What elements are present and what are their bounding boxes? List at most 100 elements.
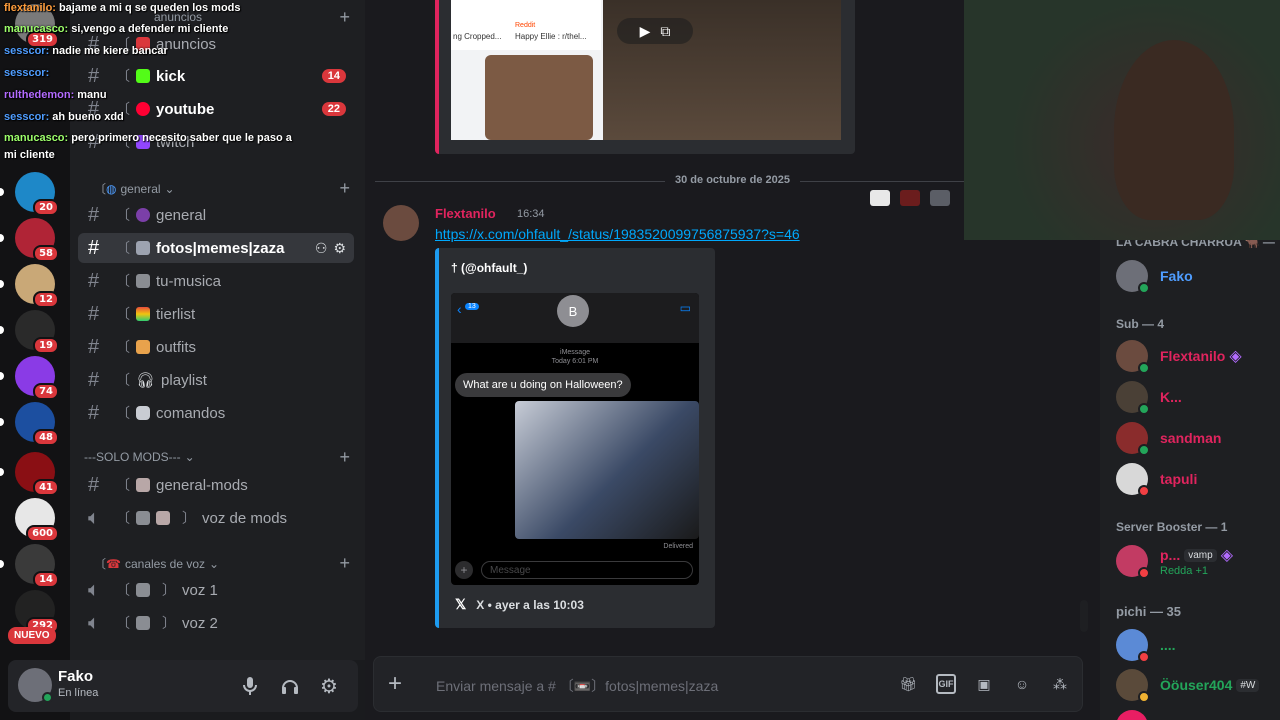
server-icon[interactable]: 14 [15,544,59,588]
play-icon[interactable]: ▶ [640,23,651,40]
gif-icon[interactable]: GIF [936,674,956,694]
person-icon [136,478,150,492]
gear-icon[interactable]: ⚙ [317,674,341,698]
bracket: 〔 [116,510,130,526]
server-icon[interactable]: 19 [15,310,59,354]
gift-icon[interactable]: 🎁︎ [898,674,918,694]
tweet-author[interactable]: † (@ohfault_) [451,261,527,275]
member-item[interactable]: K... [1116,381,1182,415]
hash-icon: # [88,368,100,391]
chat-text: si,vengo a defender mi cliente [71,23,229,35]
member-item[interactable]: .... [1116,629,1176,663]
speaker-icon: 🔈︎ [88,506,100,529]
member-item[interactable]: Fako [1116,260,1193,294]
gear-icon[interactable]: ⚙ [333,240,346,257]
avatar[interactable] [1116,710,1148,720]
add-member-icon[interactable]: ⚇ [315,240,328,257]
member-item[interactable]: sandman [1116,422,1221,456]
chat-text: bajame a mi q se queden los mods [58,2,241,14]
server-icon[interactable]: 48 [15,402,59,446]
microphone-icon[interactable] [238,674,262,698]
member-name: Fako [1160,268,1193,284]
channel-general-mods[interactable]: # 〔 general-mods [78,470,354,500]
bracket: 〔 [116,306,130,322]
clan-tag: #W [1236,678,1260,692]
server-icon[interactable]: 74 [15,356,59,400]
channel-voz-2[interactable]: 🔈︎ 〔 〕 voz 2 [78,608,354,638]
member-item[interactable]: Flextanilo ◈ [1116,340,1242,374]
channel-general[interactable]: # 〔 general [78,200,354,230]
channel-playlist[interactable]: # 〔 🎧︎ playlist [78,365,354,395]
server-icon[interactable]: 600 [15,498,59,542]
category-solo-mods[interactable]: ---SOLO MODS--- ⌄ + [84,447,350,467]
tierlist-icon [136,307,150,321]
reaction-icon[interactable] [900,190,920,206]
avatar [1116,381,1150,415]
headphones-icon[interactable] [278,674,302,698]
avatar[interactable] [383,205,419,241]
add-channel-icon[interactable]: + [339,178,350,199]
online-status-icon [1138,403,1150,415]
goat-icon[interactable] [870,190,890,206]
add-channel-icon[interactable]: + [339,447,350,468]
attach-icon[interactable]: + [388,670,402,698]
apps-icon[interactable]: ⁂ [1050,674,1070,694]
unread-pill [0,372,4,380]
add-channel-icon[interactable]: + [339,7,350,28]
message-timestamp: 16:34 [517,208,545,220]
hash-icon: # [88,473,100,496]
channel-voz-1[interactable]: 🔈︎ 〔 〕 voz 1 [78,575,354,605]
category-general[interactable]: 〔 ◍ general ⌄ + [84,178,350,199]
add-channel-icon[interactable]: + [339,553,350,574]
server-icon[interactable]: 41 [15,452,59,496]
clan-tag: vamp [1184,548,1217,562]
previous-embed: ng Cropped... Reddit Happy Ellie : r/the… [435,0,855,154]
emoji-icon[interactable]: ☺ [1012,674,1032,694]
media-controls[interactable]: ▶ ⧉ [617,18,693,44]
channel-label: youtube [156,100,215,118]
popout-icon[interactable]: ⧉ [660,23,670,40]
channel-voz-de-mods[interactable]: 🔈︎ 〔 〕 voz de mods [78,503,354,533]
chat-username: sesscor: [4,45,50,57]
bracket: 〔 [116,68,130,84]
server-icon[interactable]: 292 [15,590,59,634]
member-item[interactable]: tapuli [1116,463,1197,497]
idle-status-icon [1138,691,1150,703]
video-icon: ▭ [679,301,691,315]
server-rail: 319 20 58 12 19 74 48 41 600 14 292 NUEV… [0,0,70,720]
member-item[interactable]: p... vamp ◈ Redda +1 [1116,545,1233,579]
chat-username: sesscor: [4,111,50,123]
scrollbar[interactable] [1080,600,1088,632]
member-item[interactable]: Ööuser404 #W [1116,669,1260,703]
dnd-status-icon [1138,485,1150,497]
channel-tierlist[interactable]: # 〔 tierlist [78,299,354,329]
vhs-icon[interactable] [930,190,950,206]
category-voz[interactable]: 〔 ☎ canales de voz ⌄ + [84,553,350,574]
speaker-icon: 🔈︎ [88,578,100,601]
hash-icon: # [88,64,100,87]
channel-kick[interactable]: # 〔 kick 14 [78,61,354,91]
sticker-icon[interactable]: ▣ [974,674,994,694]
tweet-media[interactable]: ‹ 13 B ▭ iMessage Today 6:01 PM What are… [451,293,699,585]
channel-tu-musica[interactable]: # 〔 tu-musica [78,266,354,296]
stream-chat-line: manucasco: si,vengo a defender mi cliente [4,23,228,35]
message-input[interactable]: Enviar mensaje a # 〔📼〕fotos|memes|zaza [436,676,718,696]
server-icon[interactable]: 20 [15,172,59,216]
unread-pill [0,188,4,196]
server-icon[interactable]: 58 [15,218,59,262]
channel-outfits[interactable]: # 〔 outfits [78,332,354,362]
message-author[interactable]: Flextanilo [435,206,496,221]
user-name[interactable]: Fako [58,668,93,685]
embed-image[interactable]: ng Cropped... Reddit Happy Ellie : r/the… [451,0,841,140]
avatar[interactable] [18,668,53,703]
orb-icon [136,208,150,222]
user-panel: Fako En línea ⚙ [8,660,358,712]
server-icon[interactable]: 12 [15,264,59,308]
channel-label: fotos|memes|zaza [156,239,285,257]
avatar [1116,422,1150,456]
new-servers-badge[interactable]: NUEVO [8,627,56,644]
channel-comandos[interactable]: # 〔 comandos [78,398,354,428]
tweet-footer: 𝕏 X • ayer a las 10:03 [455,596,584,613]
channel-fotos[interactable]: # 〔 fotos|memes|zaza ⚇ ⚙ [78,233,354,263]
message-link[interactable]: https://x.com/ohfault_/status/1983520099… [435,226,800,242]
